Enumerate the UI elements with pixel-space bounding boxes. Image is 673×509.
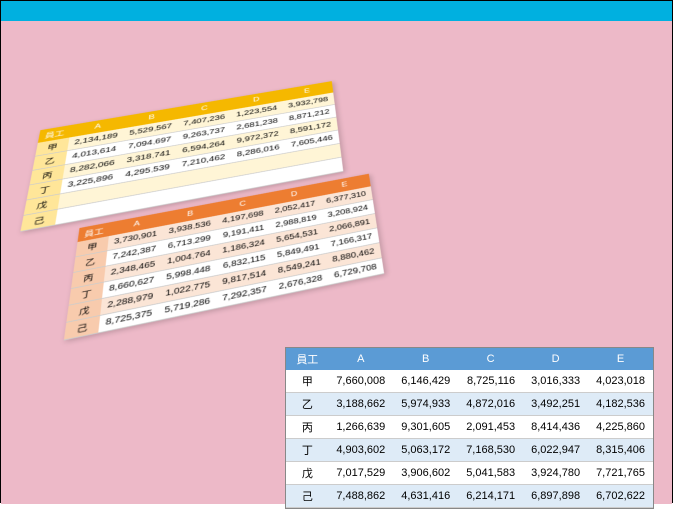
cell: 2,681,238 [231, 113, 284, 135]
cell: 5,529,567 [123, 119, 178, 141]
cell: 4,182,536 [588, 393, 653, 416]
col-header: D [230, 90, 282, 110]
cell: 8,315,406 [588, 439, 653, 462]
col-header: A [109, 212, 164, 236]
cell: 6,214,171 [458, 485, 523, 508]
cell: 2,066,891 [323, 214, 377, 239]
row-label: 乙 [286, 393, 328, 416]
cell: 4,631,416 [393, 485, 458, 508]
cell: 6,897,898 [523, 485, 588, 508]
cell: 2,988,819 [269, 209, 322, 234]
cell: 9,263,737 [177, 122, 231, 145]
table-row: 乙3,188,6625,974,9334,872,0163,492,2514,1… [286, 393, 653, 416]
cell: 6,022,947 [523, 439, 588, 462]
cell: 6,377,310 [320, 186, 372, 209]
col-header: B [393, 348, 458, 370]
table-row: 甲2,134,1895,529,5677,407,2361,223,5543,9… [35, 93, 334, 157]
row-label: 丁 [286, 439, 328, 462]
cell: 4,023,018 [588, 370, 653, 393]
col-header: 員工 [286, 348, 328, 370]
col-header: B [124, 107, 178, 128]
col-header: C [178, 98, 231, 119]
table-blue: 員工 A B C D E 甲7,660,0086,146,4298,725,11… [285, 347, 654, 509]
table-yellow: 員工 A B C D E 甲2,134,1895,529,5677,407,23… [20, 81, 342, 232]
col-header: B [163, 202, 216, 225]
col-header: 員工 [78, 222, 111, 242]
cell: 5,063,172 [393, 439, 458, 462]
table-row: 戊7,017,5293,906,6025,041,5833,924,7807,7… [286, 462, 653, 485]
cell: 4,903,602 [328, 439, 393, 462]
cell: 4,197,698 [217, 206, 270, 230]
cell: 8,414,436 [523, 416, 588, 439]
col-header: E [281, 81, 332, 101]
cell: 5,654,531 [270, 224, 324, 249]
col-header: C [458, 348, 523, 370]
cell: 2,134,189 [67, 128, 124, 151]
row-label: 甲 [286, 370, 328, 393]
cell: 9,191,411 [216, 219, 270, 244]
col-header: D [523, 348, 588, 370]
table-row: 丁4,903,6025,063,1727,168,5306,022,9478,3… [286, 439, 653, 462]
cell: 8,871,212 [283, 105, 336, 127]
col-header: A [328, 348, 393, 370]
cell: 2,091,453 [458, 416, 523, 439]
table-row: 丙1,266,6399,301,6052,091,4538,414,4364,2… [286, 416, 653, 439]
cell: 8,591,172 [284, 117, 338, 139]
col-header: E [588, 348, 653, 370]
col-header: A [69, 116, 125, 138]
cell: 7,605,446 [285, 130, 339, 153]
cell: 9,301,605 [393, 416, 458, 439]
cell: 6,146,429 [393, 370, 458, 393]
cell: 8,725,116 [458, 370, 523, 393]
cell: 1,266,639 [328, 416, 393, 439]
cell: 2,052,417 [269, 196, 322, 220]
cell: 3,188,662 [328, 393, 393, 416]
cell: 7,488,862 [328, 485, 393, 508]
cell: 4,225,860 [588, 416, 653, 439]
cell: 7,166,317 [324, 228, 379, 253]
col-header: C [217, 193, 269, 216]
row-label: 己 [286, 485, 328, 508]
cell: 3,016,333 [523, 370, 588, 393]
table-row: 甲7,660,0086,146,4298,725,1163,016,3334,0… [286, 370, 653, 393]
col-header: 員工 [38, 125, 72, 143]
cell: 9,972,372 [231, 126, 285, 149]
row-label: 戊 [286, 462, 328, 485]
cell: 6,702,622 [588, 485, 653, 508]
cell: 5,974,933 [393, 393, 458, 416]
cell: 5,041,583 [458, 462, 523, 485]
cell: 7,660,008 [328, 370, 393, 393]
cell: 3,730,901 [107, 226, 163, 251]
cell: 3,938,536 [162, 216, 216, 240]
cell: 3,492,251 [523, 393, 588, 416]
cell: 7,721,765 [588, 462, 653, 485]
row-label: 丙 [286, 416, 328, 439]
cell: 3,932,798 [282, 93, 334, 114]
pink-background: 員工 A B C D E 甲2,134,1895,529,5677,407,23… [1, 21, 672, 504]
tilt-stack: 員工 A B C D E 甲2,134,1895,529,5677,407,23… [31, 81, 411, 341]
cell: 3,906,602 [393, 462, 458, 485]
col-header: D [268, 183, 320, 206]
cell: 3,208,924 [321, 200, 374, 224]
cell: 7,168,530 [458, 439, 523, 462]
col-header: E [319, 174, 371, 196]
cell: 1,223,554 [231, 101, 283, 122]
cell: 3,924,780 [523, 462, 588, 485]
header-bar [1, 1, 672, 21]
cell: 7,407,236 [177, 110, 230, 132]
cell: 4,872,016 [458, 393, 523, 416]
table-row: 己7,488,8624,631,4166,214,1716,897,8986,7… [286, 485, 653, 508]
cell: 7,017,529 [328, 462, 393, 485]
